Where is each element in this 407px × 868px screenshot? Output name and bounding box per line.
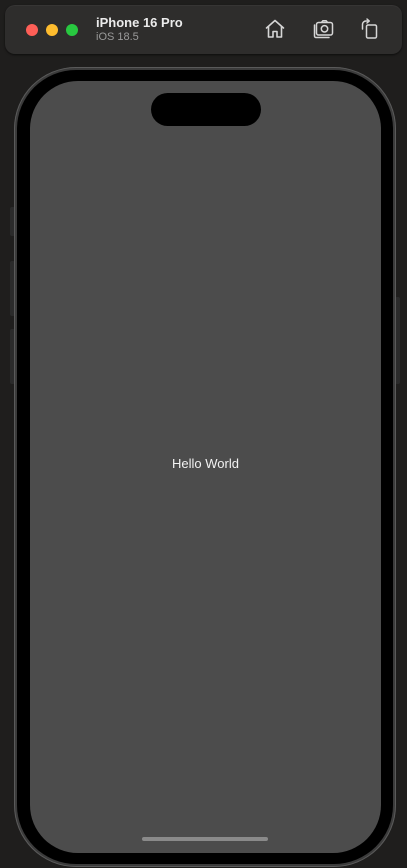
simulator-window: iPhone 16 Pro iOS 18.5 Hello World [0, 0, 407, 868]
screenshot-button[interactable] [312, 17, 336, 41]
close-window-button[interactable] [26, 24, 38, 36]
os-version: iOS 18.5 [96, 31, 139, 43]
minimize-window-button[interactable] [46, 24, 58, 36]
home-icon [265, 19, 285, 38]
rotate-button[interactable] [358, 17, 382, 41]
dynamic-island [151, 93, 261, 126]
hello-world-label: Hello World [172, 456, 239, 471]
zoom-window-button[interactable] [66, 24, 78, 36]
device-name: iPhone 16 Pro [96, 15, 183, 30]
title-bar: iPhone 16 Pro iOS 18.5 [5, 5, 402, 54]
rotate-icon [361, 18, 378, 39]
device-screen[interactable]: Hello World [30, 81, 381, 853]
screenshot-icon [313, 20, 334, 39]
home-indicator[interactable] [142, 837, 268, 841]
home-button[interactable] [263, 17, 287, 41]
